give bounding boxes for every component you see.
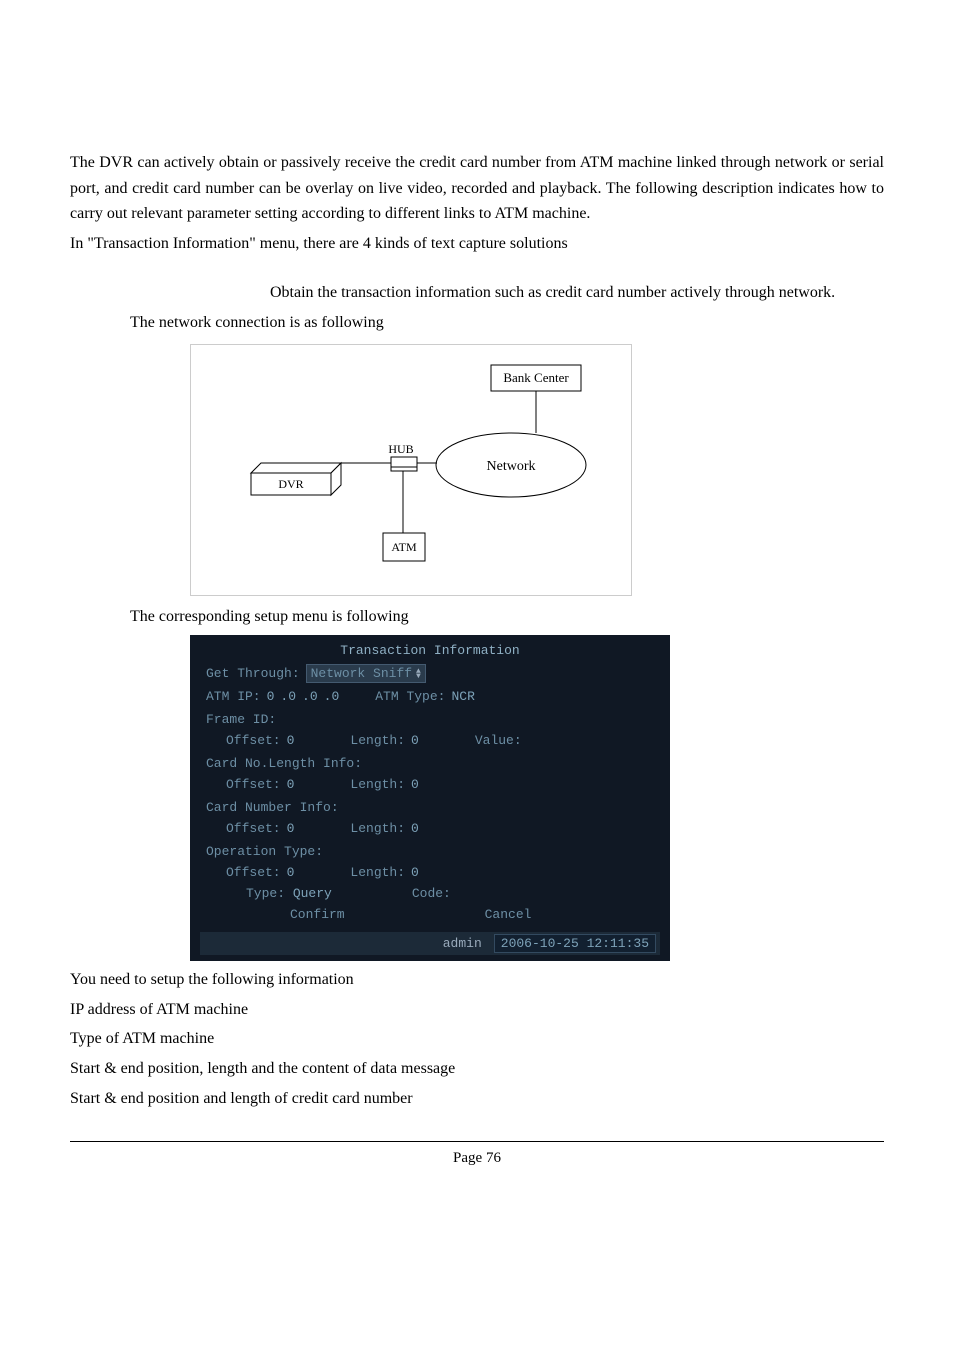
network-label: Network: [487, 459, 536, 474]
ip-octet-2[interactable]: .0: [302, 689, 318, 704]
type-code-row: Type: Query Code:: [246, 886, 660, 901]
offset-label-3: Offset:: [226, 821, 281, 836]
offset-label-2: Offset:: [226, 777, 281, 792]
ip-octet-1[interactable]: .0: [280, 689, 296, 704]
frame-id-row: Offset: 0 Length: 0 Value:: [226, 733, 660, 748]
hub-box: [391, 457, 417, 467]
ip-octet-0[interactable]: 0: [267, 689, 275, 704]
type-value[interactable]: Query: [293, 886, 332, 901]
solution-description: Obtain the transaction information such …: [270, 280, 884, 306]
card-number-heading: Card Number Info:: [206, 800, 660, 815]
length-label-4: Length:: [350, 865, 405, 880]
transaction-info-menu: Transaction Information Get Through: Net…: [190, 635, 670, 961]
ip-octet-3[interactable]: .0: [324, 689, 340, 704]
cancel-button[interactable]: Cancel: [485, 907, 532, 922]
get-through-label: Get Through:: [206, 666, 300, 681]
setup-item-type: Type of ATM machine: [70, 1026, 884, 1052]
atm-label: ATM: [391, 540, 417, 554]
card-no-length-row: Offset: 0 Length: 0: [226, 777, 660, 792]
cardnum-length-value[interactable]: 0: [411, 821, 419, 836]
code-label: Code:: [412, 886, 451, 901]
offset-label: Offset:: [226, 733, 281, 748]
get-through-row: Get Through: Network Sniff ▲▼: [206, 664, 660, 683]
status-timestamp: 2006-10-25 12:11:35: [494, 934, 656, 953]
frame-id-heading: Frame ID:: [206, 712, 660, 727]
spinner-icon: ▲▼: [416, 669, 421, 679]
hub-label: HUB: [388, 442, 413, 456]
footer-rule: [70, 1141, 884, 1142]
operation-type-row: Offset: 0 Length: 0: [226, 865, 660, 880]
setup-info-heading: You need to setup the following informat…: [70, 967, 884, 993]
op-length-value[interactable]: 0: [411, 865, 419, 880]
op-offset-value[interactable]: 0: [287, 865, 295, 880]
get-through-select[interactable]: Network Sniff ▲▼: [306, 664, 426, 683]
card-number-row: Offset: 0 Length: 0: [226, 821, 660, 836]
network-diagram: Bank Center Network HUB DVR ATM: [190, 344, 632, 596]
dvr-label: DVR: [278, 477, 303, 491]
frame-length-value[interactable]: 0: [411, 733, 419, 748]
setup-item-ip: IP address of ATM machine: [70, 997, 884, 1023]
status-user: admin: [443, 936, 482, 951]
length-label-2: Length:: [350, 777, 405, 792]
type-label: Type:: [246, 886, 285, 901]
setup-item-datamsg: Start & end position, length and the con…: [70, 1056, 884, 1082]
intro-paragraph-1: The DVR can actively obtain or passively…: [70, 150, 884, 227]
offset-label-4: Offset:: [226, 865, 281, 880]
status-bar: admin 2006-10-25 12:11:35: [200, 932, 660, 955]
intro-paragraph-2: In "Transaction Information" menu, there…: [70, 231, 884, 257]
bank-center-label: Bank Center: [503, 370, 569, 385]
atm-ip-label: ATM IP:: [206, 689, 261, 704]
cardlen-offset-value[interactable]: 0: [287, 777, 295, 792]
menu-caption: The corresponding setup menu is followin…: [130, 604, 884, 630]
atm-type-label: ATM Type:: [375, 689, 445, 704]
dvr-box-top: [251, 463, 341, 473]
get-through-value: Network Sniff: [311, 666, 412, 681]
value-label: Value:: [475, 733, 522, 748]
card-no-length-heading: Card No.Length Info:: [206, 756, 660, 771]
network-caption: The network connection is as following: [130, 310, 884, 336]
operation-type-heading: Operation Type:: [206, 844, 660, 859]
length-label: Length:: [350, 733, 405, 748]
length-label-3: Length:: [350, 821, 405, 836]
frame-offset-value[interactable]: 0: [287, 733, 295, 748]
setup-item-cardnum: Start & end position and length of credi…: [70, 1086, 884, 1112]
page-number: Page 76: [70, 1150, 884, 1167]
cardlen-length-value[interactable]: 0: [411, 777, 419, 792]
atm-ip-row: ATM IP: 0 .0 .0 .0 ATM Type: NCR: [206, 689, 660, 704]
cardnum-offset-value[interactable]: 0: [287, 821, 295, 836]
menu-title: Transaction Information: [200, 643, 660, 658]
confirm-button[interactable]: Confirm: [290, 907, 345, 922]
atm-type-value[interactable]: NCR: [451, 689, 474, 704]
